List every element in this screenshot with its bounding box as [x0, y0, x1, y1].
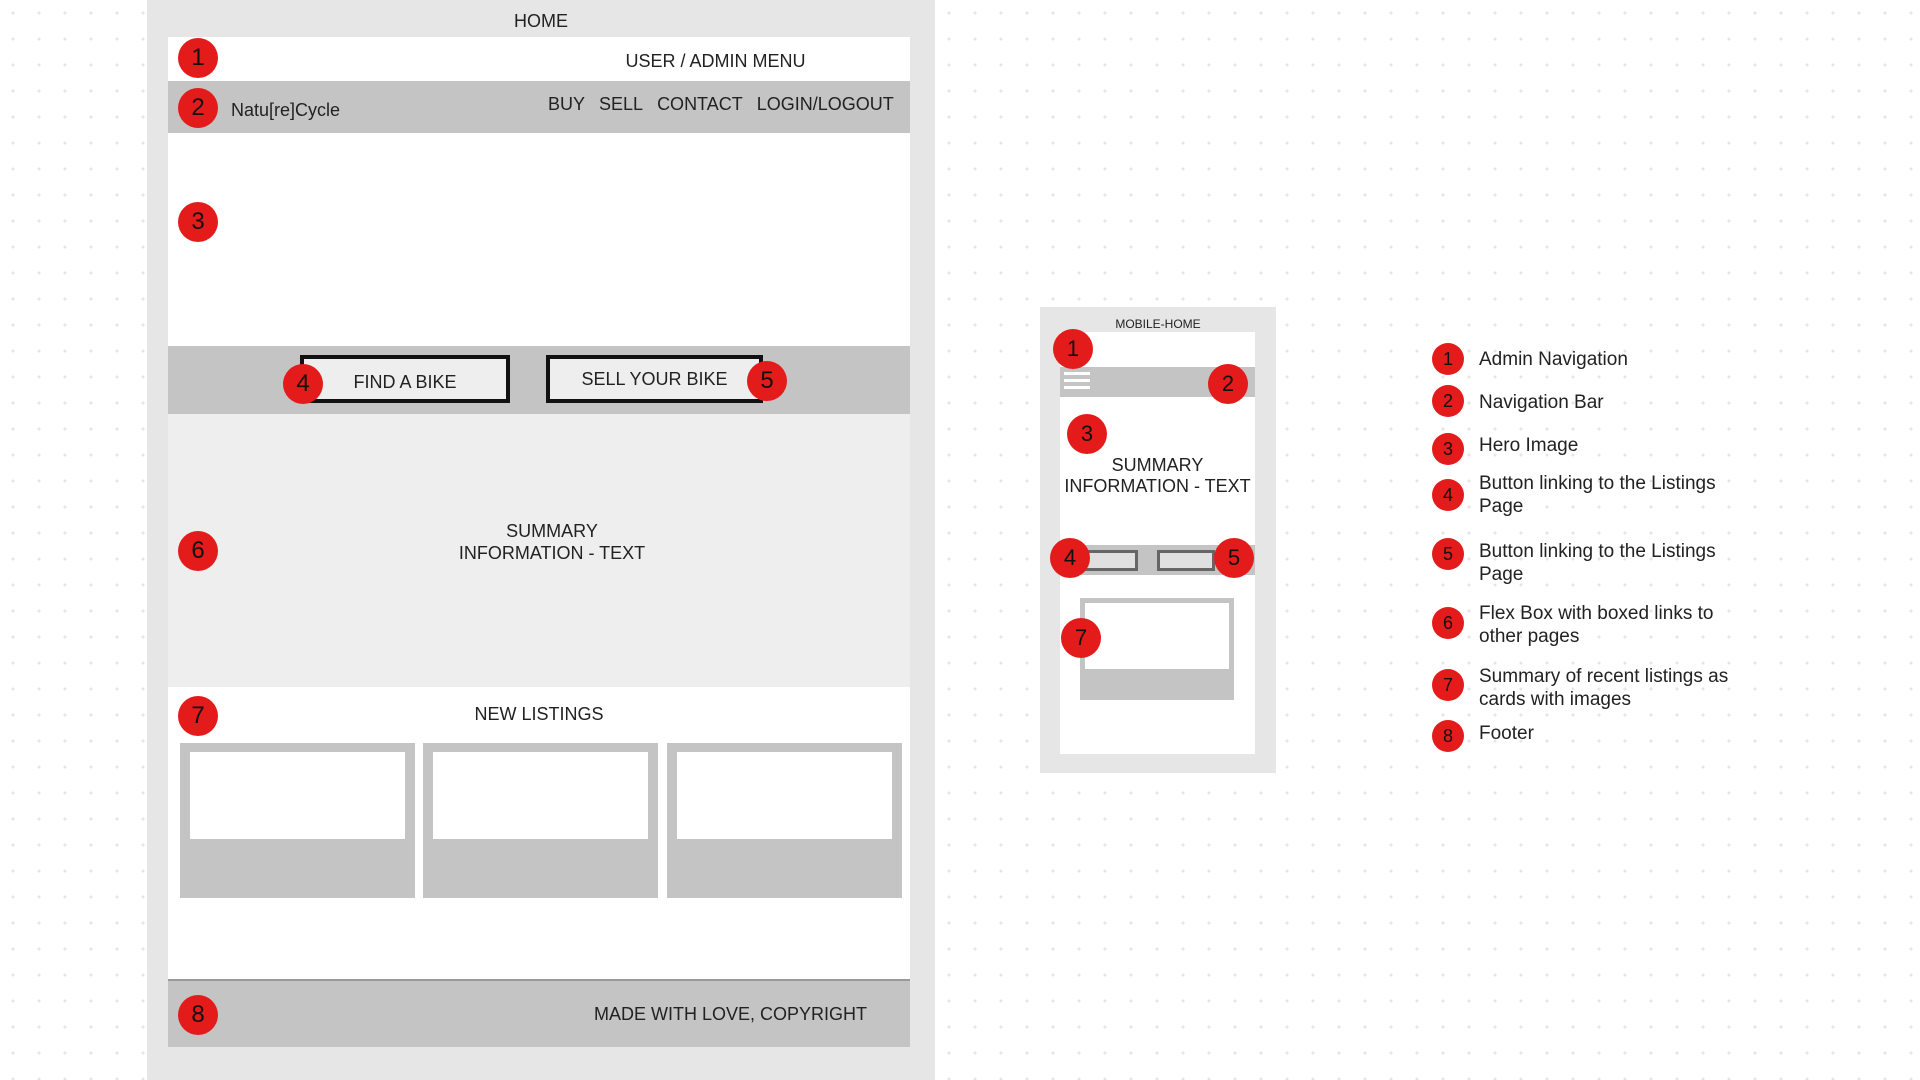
listing-card-image: [433, 752, 648, 839]
mobile-summary-text: SUMMARY INFORMATION - TEXT: [1060, 455, 1255, 497]
nav-link-login-logout[interactable]: LOGIN/LOGOUT: [757, 94, 894, 115]
legend-marker-1: 1: [1432, 343, 1464, 375]
legend-item-hero-image: Hero Image: [1479, 435, 1579, 456]
nav-link-sell[interactable]: SELL: [599, 94, 643, 115]
marker-3: 3: [178, 202, 218, 242]
summary-line-2: INFORMATION - TEXT: [458, 543, 646, 563]
nav-link-contact[interactable]: CONTACT: [657, 94, 743, 115]
mobile-listing-card[interactable]: [1080, 598, 1234, 700]
cta-button-bar: [168, 346, 910, 414]
legend-item-footer: Footer: [1479, 723, 1534, 744]
nav-link-buy[interactable]: BUY: [548, 94, 585, 115]
legend-marker-7: 7: [1432, 669, 1464, 701]
mobile-marker-1: 1: [1053, 329, 1093, 369]
listing-card[interactable]: [180, 743, 415, 898]
mobile-summary-line-1: SUMMARY: [1111, 455, 1204, 475]
mobile-marker-5: 5: [1214, 538, 1254, 578]
legend-marker-8: 8: [1432, 720, 1464, 752]
marker-5: 5: [747, 361, 787, 401]
summary-text: SUMMARY INFORMATION - TEXT: [168, 520, 936, 564]
brand-logo-text[interactable]: Natu[re]Cycle: [231, 100, 340, 121]
mobile-listing-card-image: [1085, 603, 1229, 669]
sell-your-bike-button[interactable]: SELL YOUR BIKE: [546, 355, 763, 403]
nav-menu: BUY SELL CONTACT LOGIN/LOGOUT: [548, 94, 894, 115]
desktop-page-title: HOME: [514, 11, 568, 31]
listing-card-image: [677, 752, 892, 839]
hero-image-area: [168, 133, 910, 346]
legend-item-navigation-bar: Navigation Bar: [1479, 392, 1604, 413]
marker-4: 4: [283, 364, 323, 404]
mobile-summary-line-2: INFORMATION - TEXT: [1064, 476, 1251, 496]
footer-text: MADE WITH LOVE, COPYRIGHT: [593, 1004, 868, 1024]
listing-card[interactable]: [423, 743, 658, 898]
legend-marker-3: 3: [1432, 433, 1464, 465]
marker-7: 7: [178, 696, 218, 736]
mobile-marker-3: 3: [1067, 414, 1107, 454]
legend-item-button-4: Button linking to the Listings Page: [1479, 473, 1716, 517]
legend-item-admin-navigation: Admin Navigation: [1479, 349, 1628, 370]
marker-2: 2: [178, 88, 218, 128]
summary-line-1: SUMMARY: [506, 521, 598, 541]
mobile-sell-button[interactable]: [1157, 550, 1215, 571]
legend-marker-5: 5: [1432, 538, 1464, 570]
marker-8: 8: [178, 995, 218, 1035]
listing-card[interactable]: [667, 743, 902, 898]
hamburger-menu-icon[interactable]: [1064, 372, 1090, 392]
legend-item-button-5: Button linking to the Listings Page: [1479, 541, 1716, 585]
marker-6: 6: [178, 531, 218, 571]
find-a-bike-button[interactable]: FIND A BIKE: [300, 355, 510, 403]
legend-marker-2: 2: [1432, 385, 1464, 417]
mobile-marker-4: 4: [1050, 538, 1090, 578]
legend-item-recent-listings: Summary of recent listings as cards with…: [1479, 666, 1729, 710]
mobile-marker-7: 7: [1061, 618, 1101, 658]
marker-1: 1: [178, 38, 218, 78]
admin-menu-label[interactable]: USER / ADMIN MENU: [168, 51, 1263, 72]
listing-card-image: [190, 752, 405, 839]
legend-marker-4: 4: [1432, 479, 1464, 511]
legend-marker-6: 6: [1432, 607, 1464, 639]
new-listings-title: NEW LISTINGS: [474, 704, 604, 724]
mobile-marker-2: 2: [1208, 364, 1248, 404]
legend-item-flex-box: Flex Box with boxed links to other pages: [1479, 603, 1714, 647]
